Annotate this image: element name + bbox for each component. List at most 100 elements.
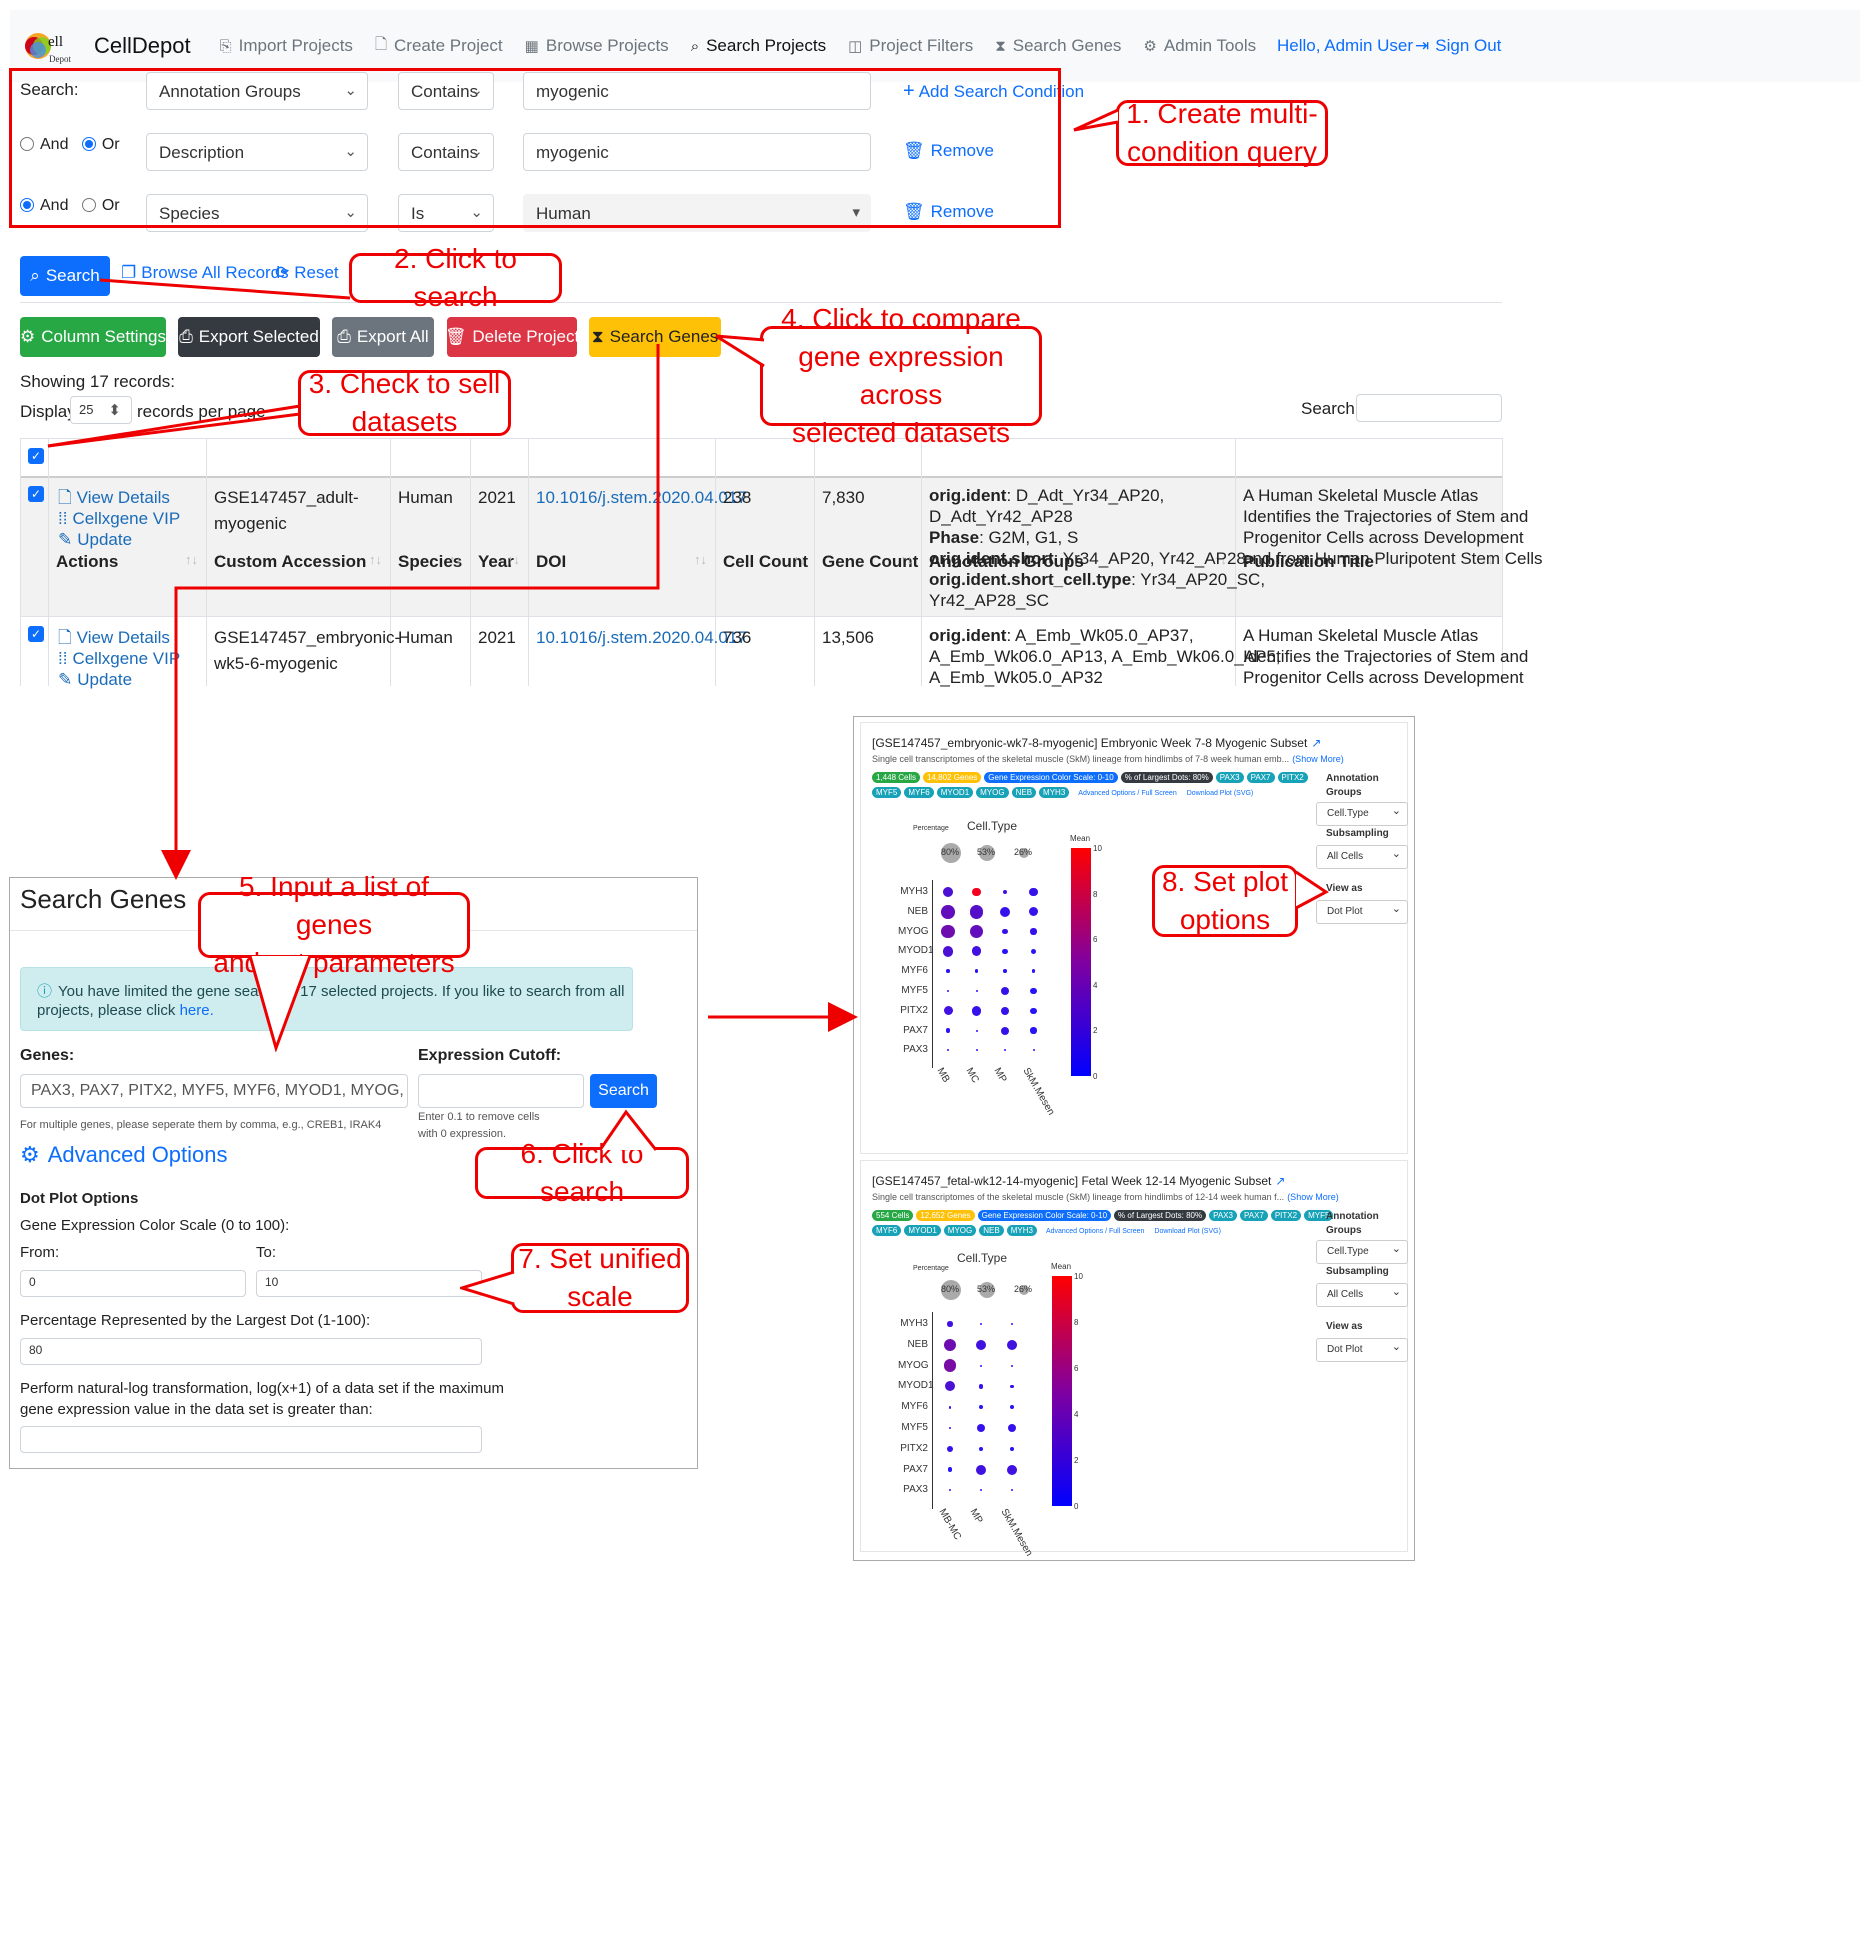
show-more-link[interactable]: (Show More) — [1292, 754, 1344, 764]
external-link-icon[interactable]: ↗ — [1275, 1174, 1285, 1188]
subsampling-select[interactable]: All Cells — [1316, 1283, 1408, 1307]
advanced-fullscreen-link[interactable]: Advanced Options / Full Screen — [1078, 790, 1176, 797]
nav-item-label: Project Filters — [869, 36, 974, 55]
select-value: Cell.Type — [1327, 808, 1369, 819]
reset-link[interactable]: ⟳ Reset — [275, 263, 339, 283]
select-all-checkbox[interactable]: ✓ — [28, 448, 44, 464]
row-select-checkbox[interactable]: ✓ — [28, 626, 44, 642]
action-link-update[interactable]: ✎ Update — [58, 667, 132, 693]
gene-label: PAX7 — [903, 1463, 928, 1475]
color-scale-from-input[interactable]: 0 — [20, 1270, 246, 1297]
annotation-key: orig.ident.short_cell.type — [929, 570, 1132, 589]
annotation-groups-select[interactable]: Cell.Type — [1316, 802, 1408, 826]
table-search-input[interactable] — [1356, 394, 1502, 422]
view-as-select[interactable]: Dot Plot — [1316, 1338, 1408, 1362]
dot-MYF5-MC — [975, 990, 978, 992]
delete-project-button[interactable]: 🗑 Delete Project — [444, 317, 579, 357]
log-transform-label-1: Perform natural-log transformation, log(… — [20, 1380, 504, 1397]
title-line: Identifies the Trajectories of Stem and — [1243, 647, 1529, 666]
nav-item-project-filters[interactable]: ◫ Project Filters — [848, 36, 973, 56]
callout-text: scale — [567, 1281, 633, 1312]
nav-item-admin-tools[interactable]: ⚙ Admin Tools — [1143, 36, 1256, 56]
colorbar-tick: 4 — [1074, 1410, 1079, 1419]
dot-NEB-MP — [976, 1339, 986, 1350]
column-divider — [20, 438, 21, 686]
table-icon: ▦ — [524, 38, 539, 55]
column-header-custom-accession[interactable]: Custom Accession ↑↓ — [206, 540, 390, 580]
column-header-cell-count[interactable]: Cell Count ↑↓ — [715, 540, 814, 580]
doi-link[interactable]: 10.1016/j.stem.2020.04.017 — [536, 485, 747, 511]
dot-MYF5-MP — [1000, 986, 1010, 996]
info-icon: ⓘ — [37, 983, 53, 1000]
badge: MYOG — [943, 1225, 977, 1236]
download-svg-link[interactable]: Download Plot (SVG) — [1187, 790, 1254, 797]
nav-item-search-projects[interactable]: ⌕ Search Projects — [691, 36, 826, 56]
sign-out-link[interactable]: ⇥ Sign Out — [1415, 10, 1501, 82]
table-row-border — [20, 616, 1502, 617]
annotation-value: : Yr34_AP20_SC, — [1131, 570, 1266, 589]
callout-text: 3. Check to sell — [308, 368, 501, 400]
divider — [20, 302, 1502, 303]
percentage-legend-title: Percentage — [913, 825, 949, 832]
column-header-doi[interactable]: DOI ↑↓ — [528, 540, 715, 580]
colorbar-tick: 6 — [1074, 1364, 1079, 1373]
edit-icon: ✎ — [58, 530, 73, 549]
legend-pct-label: 26% — [1014, 847, 1033, 857]
trash-icon: 🗑 — [444, 327, 467, 346]
plot-title-text: [GSE147457_embryonic-wk7-8-myogenic] Emb… — [872, 736, 1308, 750]
callout-8: 8. Set plot options — [1152, 865, 1298, 937]
dot-PAX7-MP — [1000, 1026, 1010, 1035]
advanced-options-toggle[interactable]: ⚙ Advanced Options — [20, 1142, 228, 1168]
browse-all-records-link[interactable]: ❐ Browse All Records — [121, 263, 289, 283]
subsampling-select[interactable]: All Cells — [1316, 845, 1408, 869]
cutoff-help-1: Enter 0.1 to remove cells — [418, 1111, 540, 1123]
annotation-line: orig.ident.short: Yr34_AP20, Yr42_AP28 — [929, 548, 1265, 569]
export-selected-button[interactable]: ⎙ Export Selected — [178, 317, 320, 357]
dot-MYF6-MB — [946, 969, 950, 973]
column-settings-button[interactable]: ⚙ Column Settings — [20, 317, 166, 357]
advanced-fullscreen-link[interactable]: Advanced Options / Full Screen — [1046, 1228, 1144, 1235]
plot-title[interactable]: [GSE147457_embryonic-wk7-8-myogenic] Emb… — [872, 736, 1321, 750]
nav-item-import-projects[interactable]: ⎘ Import Projects — [220, 36, 353, 56]
gene-label: MYOG — [898, 925, 929, 937]
column-header-gene-count[interactable]: Gene Count ↑↓ — [814, 540, 921, 580]
badge: % of Largest Dots: 80% — [1114, 1210, 1207, 1221]
info-here-link[interactable]: here. — [180, 1002, 214, 1019]
gene-search-button[interactable]: Search — [590, 1074, 657, 1108]
annotation-line: A_Emb_Wk05.0_AP32 — [929, 667, 1281, 688]
greeting[interactable]: Hello, Admin User — [1277, 10, 1413, 82]
column-header-year[interactable]: Year ↑↓ — [470, 540, 528, 580]
per-page-label: records per page — [137, 402, 266, 421]
log-transform-input[interactable] — [20, 1426, 482, 1453]
nav-item-search-genes[interactable]: ⧗ Search Genes — [995, 36, 1121, 56]
download-svg-link[interactable]: Download Plot (SVG) — [1154, 1228, 1221, 1235]
brand[interactable]: ell Depot CellDepot — [24, 24, 191, 68]
show-more-link[interactable]: (Show More) — [1287, 1192, 1339, 1202]
external-link-icon[interactable]: ↗ — [1311, 736, 1321, 750]
plot-title[interactable]: [GSE147457_fetal-wk12-14-myogenic] Fetal… — [872, 1174, 1285, 1188]
genes-input[interactable]: PAX3, PAX7, PITX2, MYF5, MYF6, MYOD1, MY… — [20, 1074, 408, 1108]
cutoff-input[interactable] — [418, 1074, 584, 1108]
search-button[interactable]: ⌕ Search — [20, 256, 110, 296]
pct-largest-dot-input[interactable]: 80 — [20, 1338, 482, 1365]
title-line: Identifies the Trajectories of Stem and — [1243, 507, 1529, 526]
callout-text: gene expression across — [798, 341, 1004, 410]
page-size-select[interactable]: 25 ⬍ — [70, 396, 132, 424]
action-link-update[interactable]: ✎ Update — [58, 527, 132, 553]
column-header-species[interactable]: Species ↑↓ — [390, 540, 470, 580]
export-all-button[interactable]: ⎙ Export All — [332, 317, 434, 357]
search-genes-button[interactable]: ⧗ Search Genes — [589, 317, 721, 357]
nav-item-create-project[interactable]: 🗋 Create Project — [375, 34, 503, 59]
badge: MYOG — [976, 787, 1009, 798]
dot-PAX7-MB-MC — [947, 1467, 953, 1472]
dot-PAX7-SkM.Mesen — [1007, 1464, 1017, 1475]
nav-item-browse-projects[interactable]: ▦ Browse Projects — [525, 36, 669, 56]
badge-row-2: MYF5 MYF6 MYOD1 MYOG NEB MYH3 Advanced Options… — [872, 787, 1253, 798]
row-select-checkbox[interactable]: ✓ — [28, 486, 44, 502]
color-scale-to-input[interactable]: 10 — [256, 1270, 482, 1297]
annotation-groups-select[interactable]: Cell.Type — [1316, 1240, 1408, 1264]
plot-description: Single cell transcriptomes of the skelet… — [872, 1192, 1339, 1202]
dot-MYOG-MB — [941, 924, 955, 939]
doi-link[interactable]: 10.1016/j.stem.2020.04.017 — [536, 625, 747, 651]
annotation-value: : Yr34_AP20, Yr42_AP28 — [1053, 549, 1246, 568]
